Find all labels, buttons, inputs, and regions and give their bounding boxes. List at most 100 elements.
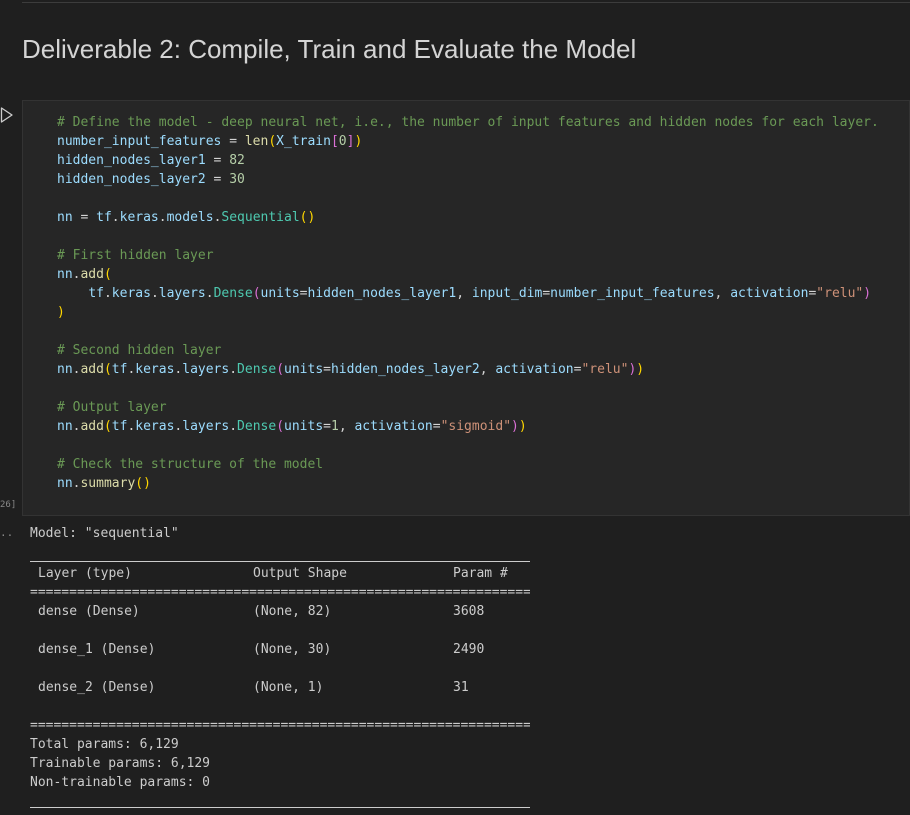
code-token: hidden_nodes_layer2 [330,362,480,377]
code-token: , [338,419,355,434]
model-name-line: Model: "sequential" [30,526,179,541]
code-token: . [158,210,167,225]
trainable-params: Trainable params: 6,129 [30,756,211,771]
code-cell-editor[interactable]: # Define the model - deep neural net, i.… [22,100,910,516]
table-row-layer: dense_1 (Dense) [38,642,156,657]
code-token: models [166,210,214,225]
code-line[interactable]: # Define the model - deep neural net, i.… [57,113,879,132]
code-token: ( [103,419,112,434]
code-token: "relu" [816,286,864,301]
code-token: tf [111,419,128,434]
code-token: add [80,419,104,434]
code-token: tf [88,286,104,301]
code-line[interactable]: # Output layer [57,398,879,417]
code-token: add [80,362,104,377]
code-line[interactable]: # First hidden layer [57,246,879,265]
code-token: 30 [229,172,245,187]
code-token: # First hidden layer [57,248,214,263]
header-param-count: Param # [453,566,508,581]
code-line[interactable]: tf.keras.layers.Dense(units=hidden_nodes… [57,284,879,303]
code-token: = [205,153,230,168]
code-token: units [284,362,324,377]
code-token: = [323,419,331,434]
code-token: X_train [276,134,331,149]
code-line[interactable] [57,379,879,398]
code-token: Dense [237,419,277,434]
table-row-layer: dense_2 (Dense) [38,680,156,695]
table-row-shape: (None, 30) [253,642,332,657]
code-token: input_dim [471,286,543,301]
code-token: [ [330,134,339,149]
code-token: nn [57,476,73,491]
summary-double-rule: ========================================… [30,588,530,598]
code-token: units [260,286,300,301]
code-token: ( [268,134,277,149]
code-token: () [299,210,316,225]
code-token: . [205,286,214,301]
execution-count: 26] [0,500,17,510]
code-token: layers [182,362,230,377]
output-toggle[interactable]: .. [0,526,13,539]
code-line[interactable] [57,227,879,246]
code-token: hidden_nodes_layer2 [57,172,206,187]
code-token: = [432,419,441,434]
code-line[interactable] [57,189,879,208]
code-token: . [111,210,120,225]
non-trainable-params: Non-trainable params: 0 [30,775,211,790]
code-line[interactable]: nn.add(tf.keras.layers.Dense(units=hidde… [57,360,879,379]
code-token: ( [276,362,285,377]
code-token: ) [354,134,363,149]
code-token: . [229,362,238,377]
code-token: ( [276,419,285,434]
code-token: . [103,286,112,301]
code-token: units [284,419,324,434]
code-token: , [714,286,731,301]
code-token: keras [135,419,175,434]
code-token: Dense [237,362,277,377]
header-layer-type: Layer (type) [38,566,132,581]
summary-rule-bottom [30,807,530,808]
code-token: = [221,134,245,149]
code-token: ( [252,286,261,301]
code-token: # Define the model - deep neural net, i.… [57,115,879,130]
code-token: tf [111,362,128,377]
code-token: activation [354,419,433,434]
code-line[interactable]: ) [57,303,879,322]
summary-double-rule-bottom: ========================================… [30,721,530,731]
code-token: 82 [229,153,245,168]
table-row-params: 2490 [453,642,485,657]
code-line[interactable]: # Check the structure of the model [57,455,879,474]
code-token: activation [730,286,809,301]
code-token: nn [57,210,73,225]
code-token: "relu" [581,362,629,377]
code-line[interactable] [57,322,879,341]
code-line[interactable]: hidden_nodes_layer2 = 30 [57,170,879,189]
code-token: "sigmoid" [440,419,512,434]
code-line[interactable]: nn.add(tf.keras.layers.Dense(units=1, ac… [57,417,879,436]
table-row-params: 3608 [453,604,485,619]
code-line[interactable]: nn = tf.keras.models.Sequential() [57,208,879,227]
code-line[interactable]: hidden_nodes_layer1 = 82 [57,151,879,170]
total-params: Total params: 6,129 [30,737,179,752]
code-token: tf [96,210,112,225]
table-row-layer: dense (Dense) [38,604,140,619]
code-text[interactable]: # Define the model - deep neural net, i.… [57,113,879,493]
code-token: = [323,362,331,377]
code-token: 0 [338,134,347,149]
code-line[interactable] [57,436,879,455]
code-token: , [479,362,496,377]
run-cell-button[interactable] [0,106,14,124]
code-token: ( [103,267,112,282]
code-token: len [244,134,269,149]
code-token: = [542,286,551,301]
code-token: nn [57,419,73,434]
code-line[interactable]: nn.summary() [57,474,879,493]
header-output-shape: Output Shape [253,566,347,581]
code-line[interactable]: nn.add( [57,265,879,284]
code-token: layers [158,286,206,301]
code-token: ) [863,286,872,301]
code-line[interactable]: # Second hidden layer [57,341,879,360]
markdown-heading: Deliverable 2: Compile, Train and Evalua… [22,34,637,64]
code-line[interactable]: number_input_features = len(X_train[0]) [57,132,879,151]
